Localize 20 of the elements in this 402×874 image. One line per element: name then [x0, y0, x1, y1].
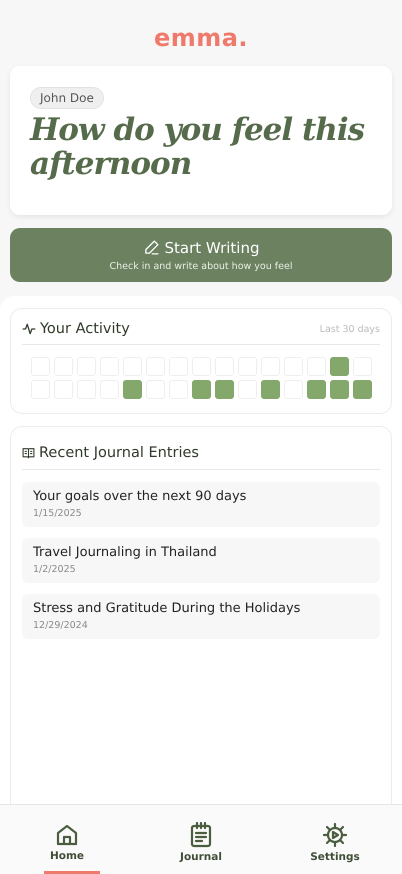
notepad-icon — [190, 822, 212, 848]
start-writing-button[interactable]: Start Writing Check in and write about how you feel — [10, 228, 392, 282]
gear-icon — [322, 822, 348, 848]
app-logo: emma. — [154, 24, 248, 52]
date-range: Last 30 days — [320, 324, 380, 334]
journal-entry[interactable]: Your goals over the next 90 days 1/15/2025 — [22, 482, 380, 527]
activity-icon — [22, 322, 36, 336]
settings-tab[interactable]: Settings — [290, 805, 380, 874]
user-chip: John Doe — [30, 87, 104, 109]
pencil-icon — [142, 239, 160, 256]
book-icon — [22, 447, 35, 459]
greeting-title: How do you feel this afternoon — [30, 113, 366, 181]
activity-title: Your Activity — [40, 321, 130, 337]
journal-entry[interactable]: Travel Journaling in Thailand 1/2/2025 — [22, 538, 380, 583]
active-tab-indicator — [44, 871, 100, 874]
journal-tab[interactable]: Journal — [156, 805, 246, 874]
home-tab[interactable]: Home — [22, 805, 112, 874]
journal-entry[interactable]: Stress and Gratitude During the Holidays 12/29/2024 — [22, 594, 380, 639]
journal-title: Recent Journal Entries — [39, 445, 199, 461]
home-icon — [55, 823, 79, 847]
